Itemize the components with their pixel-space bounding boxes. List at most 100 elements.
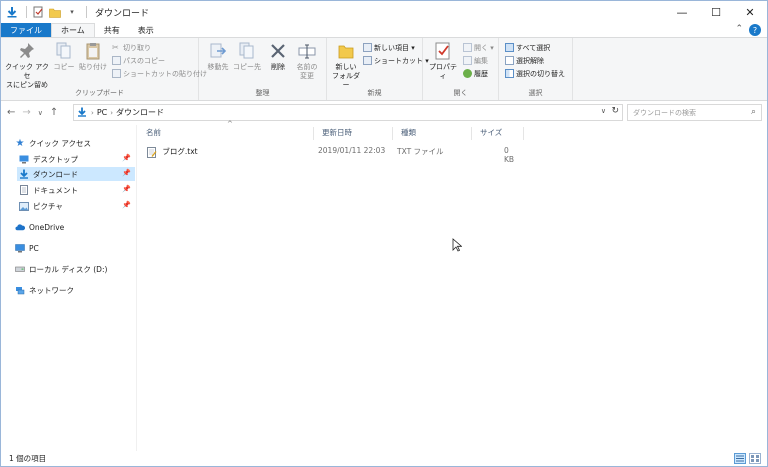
pin-icon[interactable]: 📌 <box>122 185 131 193</box>
delete-label: 削除 <box>271 63 285 71</box>
file-row[interactable]: ブログ.txt 2019/01/11 22:03 TXT ファイル 0 KB <box>141 145 521 164</box>
pin-to-quick-access-button[interactable]: クイック アクセ スにピン留め <box>5 41 49 90</box>
delete-button[interactable]: 削除 <box>267 41 289 72</box>
column-size[interactable]: サイズ <box>472 127 524 140</box>
copy-icon <box>54 41 74 61</box>
network-icon <box>15 285 25 295</box>
new-folder-button[interactable]: 新しい フォルダー <box>331 41 361 90</box>
paste-button[interactable]: 貼り付け <box>79 41 107 72</box>
nav-network[interactable]: ネットワーク <box>15 283 135 297</box>
edit-label: 編集 <box>474 56 488 65</box>
search-input[interactable]: ダウンロードの検索 ⌕ <box>627 104 762 121</box>
rename-button[interactable]: 名前の 変更 <box>293 41 321 81</box>
collapse-ribbon-chevron-icon[interactable]: ⌃ <box>735 24 743 36</box>
file-name-cell: ブログ.txt <box>147 146 198 158</box>
breadcrumb-pc[interactable]: PC <box>97 108 107 117</box>
nav-pictures[interactable]: ピクチャ 📌 <box>19 199 135 213</box>
window-title: ダウンロード <box>95 8 150 19</box>
pin-icon[interactable]: 📌 <box>122 201 131 209</box>
open-group: プロパティ 開く ▾ 編集 履歴 開く <box>423 38 499 100</box>
navigation-buttons: ← → ∨ ↑ <box>1 107 58 118</box>
nav-local-disk[interactable]: ローカル ディスク (D:) <box>15 262 135 276</box>
edit-button[interactable]: 編集 <box>463 55 488 66</box>
open-button[interactable]: 開く ▾ <box>463 42 494 53</box>
location-download-icon <box>77 107 87 119</box>
pin-icon[interactable]: 📌 <box>122 154 131 162</box>
refresh-icon[interactable]: ↻ <box>611 106 619 116</box>
nav-pictures-label: ピクチャ <box>33 201 63 211</box>
copy-to-button[interactable]: コピー先 <box>233 41 261 72</box>
breadcrumb-separator-icon[interactable]: › <box>110 109 113 117</box>
new-item-button[interactable]: 新しい項目 ▾ <box>363 42 415 53</box>
folder-icon <box>336 41 356 61</box>
paste-shortcut-button[interactable]: ショートカットの貼り付け <box>112 68 207 79</box>
explorer-window: ▾ ダウンロード — ☐ ✕ ファイル ホーム 共有 表示 ⌃ ? クイック ア… <box>0 0 768 467</box>
breadcrumb-downloads[interactable]: ダウンロード <box>116 107 164 118</box>
properties-button[interactable]: プロパティ <box>427 41 459 81</box>
nav-documents-label: ドキュメント <box>33 185 78 195</box>
column-type[interactable]: 種類 <box>393 127 472 140</box>
copy-path-label: パスのコピー <box>123 56 165 65</box>
clipboard-group: クイック アクセ スにピン留め コピー 貼り付け ✂ 切り取り パスのコピー シ… <box>1 38 207 100</box>
easy-access-button[interactable]: ショートカット ▾ <box>363 55 429 66</box>
move-to-button[interactable]: 移動先 <box>205 41 231 72</box>
new-group: 新しい フォルダー 新しい項目 ▾ ショートカット ▾ 新規 <box>327 38 429 100</box>
breadcrumb-separator-icon[interactable]: › <box>91 109 94 117</box>
cut-button[interactable]: ✂ 切り取り <box>112 42 151 53</box>
details-view-icon[interactable] <box>734 453 746 464</box>
download-arrow-icon[interactable] <box>5 5 19 19</box>
nav-documents[interactable]: ドキュメント 📌 <box>19 183 135 197</box>
close-button[interactable]: ✕ <box>733 1 767 23</box>
tab-file[interactable]: ファイル <box>1 23 51 37</box>
properties-icon[interactable] <box>31 5 45 19</box>
tab-share[interactable]: 共有 <box>95 23 129 37</box>
large-icons-view-icon[interactable] <box>749 453 761 464</box>
new-item-label: 新しい項目 ▾ <box>374 43 415 52</box>
forward-arrow-icon[interactable]: → <box>22 107 30 118</box>
customize-chevron-icon[interactable]: ▾ <box>65 5 79 19</box>
tab-view[interactable]: 表示 <box>129 23 163 37</box>
copy-path-button[interactable]: パスのコピー <box>112 55 165 66</box>
up-arrow-icon[interactable]: ↑ <box>50 107 58 118</box>
recent-locations-chevron-icon[interactable]: ∨ <box>38 109 43 117</box>
navigation-pane: ★ クイック アクセス デスクトップ 📌 ダウンロード 📌 ドキュメント 📌 ピ… <box>1 125 137 451</box>
nav-onedrive[interactable]: OneDrive <box>15 220 135 234</box>
select-all-label: すべて選択 <box>516 43 551 52</box>
address-dropdown-chevron-icon[interactable]: ∨ <box>601 107 606 115</box>
invert-selection-button[interactable]: 選択の切り替え <box>505 68 565 79</box>
history-button[interactable]: 履歴 <box>463 68 488 79</box>
new-folder-icon[interactable] <box>48 5 62 19</box>
select-none-button[interactable]: 選択解除 <box>505 55 544 66</box>
select-group: すべて選択 選択解除 選択の切り替え 選択 <box>499 38 573 100</box>
pin-label-line1: クイック アクセ <box>5 63 49 80</box>
nav-downloads[interactable]: ダウンロード 📌 <box>17 167 135 181</box>
move-to-icon <box>208 41 228 61</box>
select-all-button[interactable]: すべて選択 <box>505 42 550 53</box>
nav-quick-access[interactable]: ★ クイック アクセス <box>15 136 135 150</box>
nav-pc[interactable]: PC <box>15 241 135 255</box>
easy-access-icon <box>363 56 372 65</box>
minimize-button[interactable]: — <box>665 1 699 23</box>
ribbon-tabs: ファイル ホーム 共有 表示 ⌃ ? <box>1 23 767 37</box>
nav-desktop[interactable]: デスクトップ 📌 <box>19 152 135 166</box>
paste-shortcut-icon <box>112 69 121 78</box>
delete-x-icon <box>268 41 288 61</box>
maximize-button[interactable]: ☐ <box>699 1 733 23</box>
file-type: TXT ファイル <box>397 147 444 156</box>
nav-desktop-label: デスクトップ <box>33 154 78 164</box>
title-bar: ▾ ダウンロード — ☐ ✕ <box>1 1 767 23</box>
cloud-icon <box>15 222 25 232</box>
help-icon[interactable]: ? <box>749 24 761 36</box>
file-name: ブログ.txt <box>162 147 198 156</box>
copy-to-icon <box>237 41 257 61</box>
address-bar[interactable]: › PC › ダウンロード ∨ ↻ <box>73 104 623 121</box>
pin-icon[interactable]: 📌 <box>122 169 131 177</box>
column-date-modified[interactable]: 更新日時 <box>314 127 393 140</box>
copy-button[interactable]: コピー <box>53 41 75 72</box>
back-arrow-icon[interactable]: ← <box>7 107 15 118</box>
column-name[interactable]: 名前 <box>138 127 314 140</box>
properties-check-icon <box>433 41 453 61</box>
desktop-icon <box>19 154 29 164</box>
tab-home[interactable]: ホーム <box>51 23 95 37</box>
text-file-icon <box>147 146 157 158</box>
